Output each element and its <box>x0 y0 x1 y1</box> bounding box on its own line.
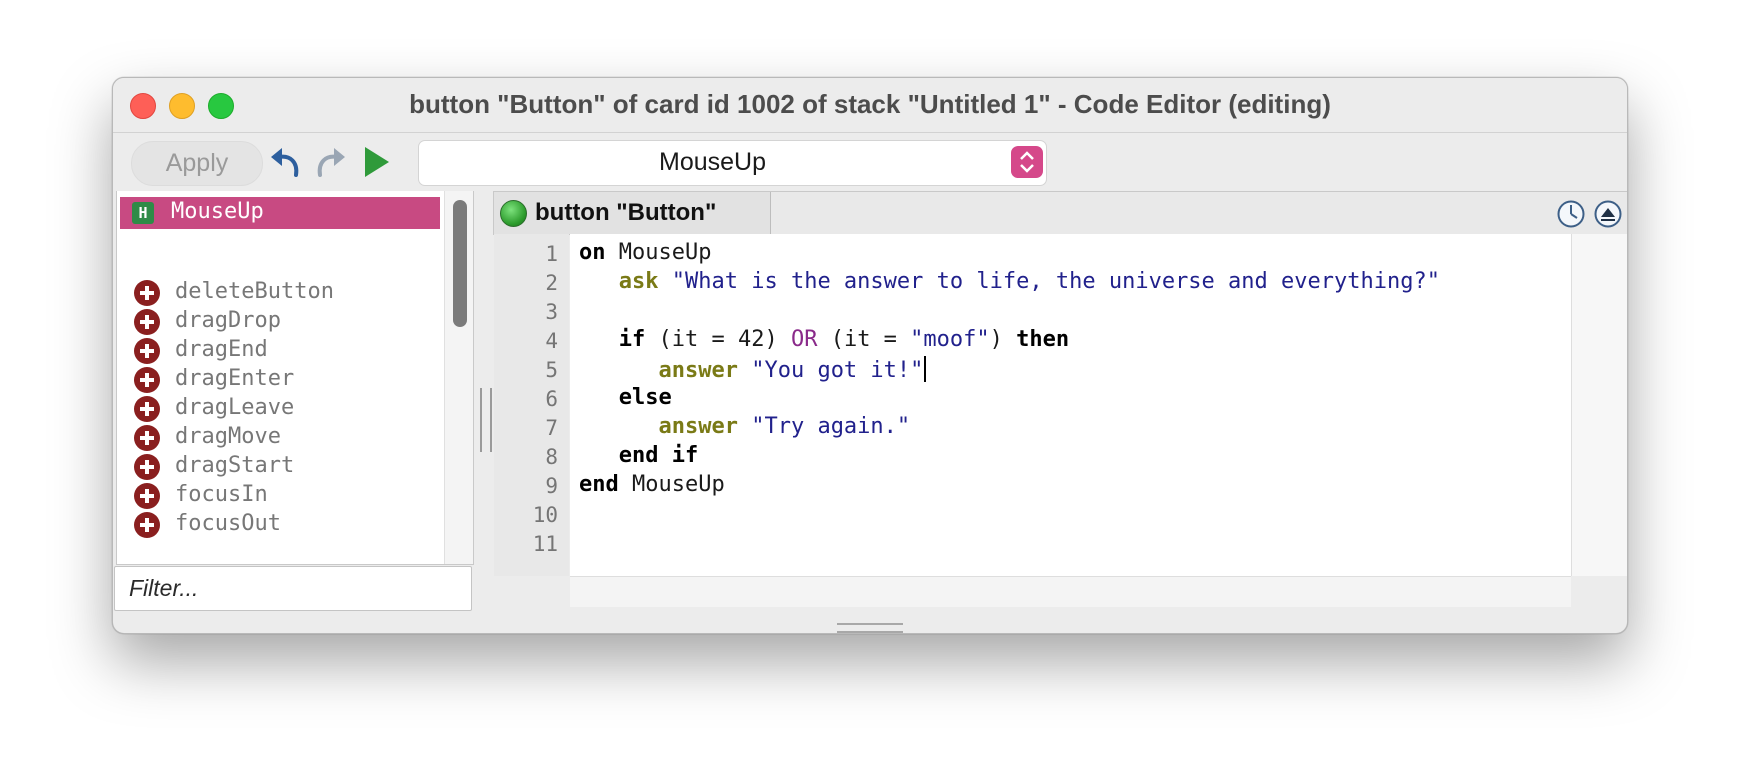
code-token-kw: if <box>618 327 646 352</box>
line-number: 8 <box>545 445 558 469</box>
code-token-kw: on <box>579 240 606 265</box>
code-line[interactable]: if (it = 42) OR (it = "moof") then <box>579 327 1069 352</box>
line-number: 10 <box>532 503 558 527</box>
code-vertical-scrollbar[interactable] <box>1571 234 1627 576</box>
add-handler-icon[interactable] <box>134 367 160 393</box>
line-number: 6 <box>545 387 558 411</box>
window-title: button "Button" of card id 1002 of stack… <box>409 89 1331 119</box>
editor-header: button "Button" <box>493 191 1627 235</box>
message-item-label: focusIn <box>175 482 268 507</box>
split-handle[interactable] <box>480 388 492 452</box>
message-item-label: deleteButton <box>175 279 334 304</box>
code-token-kw: else <box>618 385 672 410</box>
line-number-gutter: 1 2 3 4 5 6 7 8 9 10 11 <box>494 234 569 576</box>
code-token-op: OR <box>790 327 818 352</box>
line-number: 5 <box>545 358 558 382</box>
handler-list-panel: H MouseUp deleteButton dragDrop dragEnd … <box>116 191 474 565</box>
filter-field[interactable] <box>114 566 472 611</box>
code-token: MouseUp <box>618 472 725 497</box>
add-handler-icon[interactable] <box>134 425 160 451</box>
code-token-kw: end <box>579 472 619 497</box>
message-item-label: dragMove <box>175 424 281 449</box>
object-tab-label: button "Button" <box>535 199 717 226</box>
add-handler-icon[interactable] <box>134 280 160 306</box>
title-bar[interactable]: button "Button" of card id 1002 of stack… <box>113 78 1627 133</box>
redo-icon[interactable] <box>310 142 350 182</box>
handler-item-label: MouseUp <box>171 199 264 224</box>
code-line[interactable]: answer "Try again." <box>579 414 910 439</box>
code-horizontal-scrollbar[interactable] <box>570 576 1571 607</box>
code-token-kw: then <box>1016 327 1070 352</box>
text-caret <box>924 356 927 382</box>
add-handler-icon[interactable] <box>134 454 160 480</box>
resize-grip[interactable] <box>837 623 903 633</box>
line-number: 4 <box>545 329 558 353</box>
code-token-str: "moof" <box>910 327 990 352</box>
code-token-cmd: answer <box>658 358 738 383</box>
apply-button[interactable]: Apply <box>131 141 263 186</box>
handler-select[interactable]: MouseUp <box>418 140 1047 186</box>
code-line[interactable]: end if <box>579 443 698 468</box>
collapse-icon[interactable] <box>1593 199 1623 229</box>
toolbar: Apply MouseUp <box>113 134 1627 190</box>
undo-icon[interactable] <box>266 142 306 182</box>
code-token: ) <box>989 327 1017 352</box>
handler-item-mouseup[interactable]: H MouseUp <box>120 197 440 229</box>
filter-input[interactable] <box>115 567 469 610</box>
code-line[interactable]: end MouseUp <box>579 472 725 497</box>
message-item-label: dragStart <box>175 453 295 478</box>
code-editor-window: button "Button" of card id 1002 of stack… <box>112 77 1628 634</box>
code-token-str: "You got it!" <box>751 358 924 383</box>
code-token-str: "What is the answer to life, the univers… <box>671 269 1440 294</box>
object-tab[interactable]: button "Button" <box>494 192 771 234</box>
object-status-icon <box>500 200 527 227</box>
line-number: 1 <box>545 242 558 266</box>
add-handler-icon[interactable] <box>134 309 160 335</box>
code-line[interactable]: ask "What is the answer to life, the uni… <box>579 269 1440 294</box>
clock-icon[interactable] <box>1556 199 1586 229</box>
code-line[interactable]: on MouseUp <box>579 240 711 265</box>
handler-list-scroll-thumb[interactable] <box>453 200 467 327</box>
line-number: 3 <box>545 300 558 324</box>
handler-badge-icon: H <box>132 202 154 224</box>
code-token-cmd: ask <box>618 269 659 294</box>
add-handler-icon[interactable] <box>134 483 160 509</box>
message-item-label: dragEnd <box>175 337 268 362</box>
add-handler-icon[interactable] <box>134 338 160 364</box>
line-number: 2 <box>545 271 558 295</box>
code-line[interactable]: else <box>579 385 672 410</box>
message-item-label: dragEnter <box>175 366 295 391</box>
code-token-cmd: answer <box>658 414 738 439</box>
code-text-area[interactable]: on MouseUp ask "What is the answer to li… <box>570 234 1571 576</box>
code-token: (it = 42) <box>645 327 791 352</box>
line-number: 9 <box>545 474 558 498</box>
message-item-label: dragDrop <box>175 308 281 333</box>
code-token-kw: end if <box>618 443 699 468</box>
line-number: 7 <box>545 416 558 440</box>
code-token: (it = <box>817 327 911 352</box>
run-icon[interactable] <box>356 142 396 182</box>
line-number: 11 <box>532 532 558 556</box>
code-token: MouseUp <box>605 240 712 265</box>
add-handler-icon[interactable] <box>134 396 160 422</box>
code-token-str: "Try again." <box>751 414 911 439</box>
message-item-label: focusOut <box>175 511 281 536</box>
code-line[interactable]: answer "You got it!" <box>579 356 927 383</box>
add-handler-icon[interactable] <box>134 512 160 538</box>
handler-select-value: MouseUp <box>659 148 766 176</box>
message-item-label: dragLeave <box>175 395 295 420</box>
stepper-icon[interactable] <box>1011 146 1043 178</box>
